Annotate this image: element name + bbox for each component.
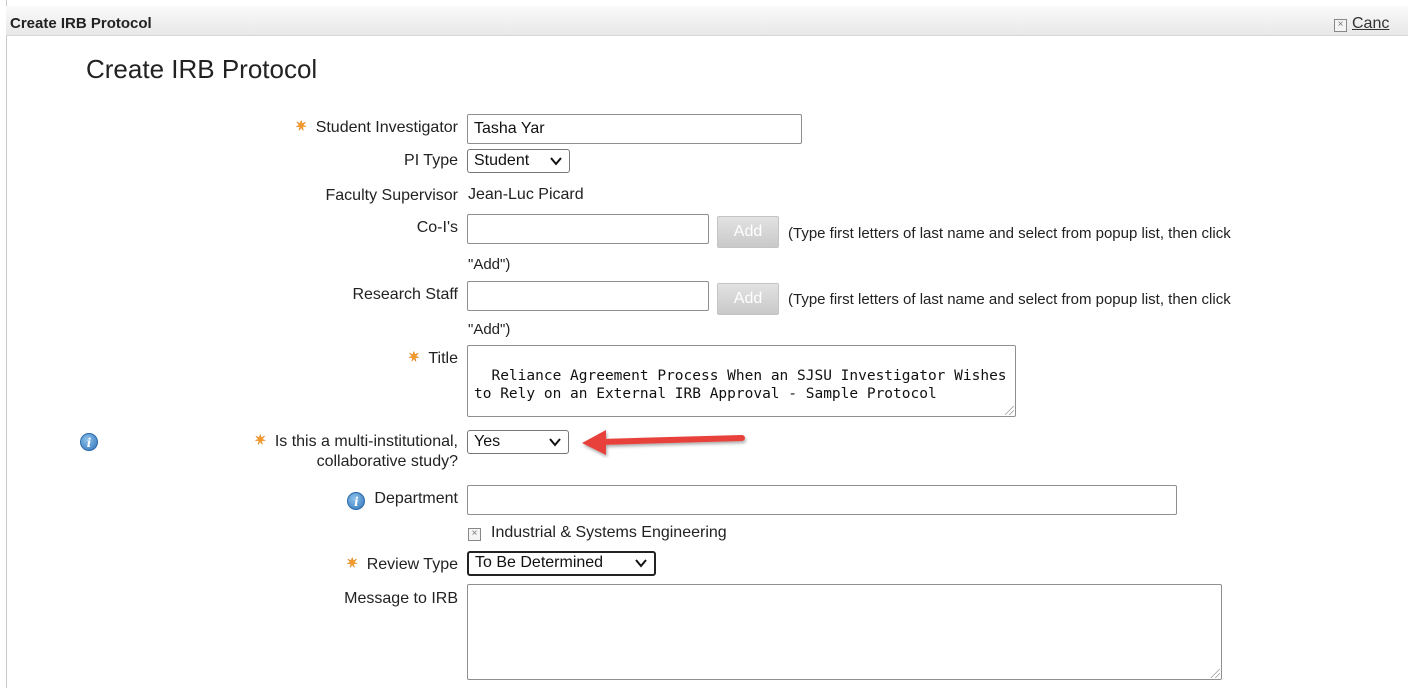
page-title: Create IRB Protocol xyxy=(86,54,318,84)
research-staff-add-button[interactable]: Add xyxy=(717,283,779,315)
chevron-down-icon xyxy=(635,559,647,568)
asterisk-icon xyxy=(346,557,358,568)
co-is-hint-cont: "Add") xyxy=(468,256,511,273)
review-type-label-text: Review Type xyxy=(366,556,458,573)
department-label-text: Department xyxy=(374,490,458,507)
title-textarea[interactable]: Reliance Agreement Process When an SJSU … xyxy=(467,345,1016,417)
co-is-hint: (Type first letters of last name and sel… xyxy=(788,225,1231,242)
multi-institutional-label: Is this a multi-institutional, collaborat… xyxy=(254,432,458,472)
asterisk-icon xyxy=(254,434,266,445)
multi-institutional-info[interactable]: i xyxy=(80,433,98,452)
chevron-down-icon xyxy=(549,438,561,447)
department-selected-item: × Industrial & Systems Engineering xyxy=(468,524,727,542)
dialog-titlebar: Create IRB Protocol × Canc xyxy=(6,6,1408,36)
dialog-title: Create IRB Protocol xyxy=(10,15,152,32)
asterisk-icon xyxy=(408,351,420,362)
resize-grip-icon[interactable] xyxy=(1211,669,1220,678)
department-label: i Department xyxy=(347,489,458,510)
research-staff-input[interactable] xyxy=(467,281,709,311)
research-staff-label: Research Staff xyxy=(352,286,458,303)
student-investigator-label-text: Student Investigator xyxy=(315,119,458,136)
multi-institutional-selected: Yes xyxy=(474,433,501,450)
pi-type-select[interactable]: Student xyxy=(467,149,570,173)
red-arrow-annotation xyxy=(582,430,745,455)
research-staff-hint-cont: "Add") xyxy=(468,321,511,338)
faculty-supervisor-value: Jean-Luc Picard xyxy=(468,186,584,203)
pi-type-label: PI Type xyxy=(404,152,458,169)
asterisk-icon xyxy=(295,120,307,131)
co-is-input[interactable] xyxy=(467,214,709,244)
message-to-irb-textarea[interactable] xyxy=(467,584,1222,680)
multi-institutional-label-line2: collaborative study? xyxy=(316,453,458,470)
review-type-label: Review Type xyxy=(346,555,458,575)
student-investigator-input[interactable] xyxy=(467,114,802,144)
pi-type-selected: Student xyxy=(474,152,530,169)
title-label-text: Title xyxy=(428,350,458,367)
message-to-irb-label: Message to IRB xyxy=(344,590,458,607)
cancel-link[interactable]: × Canc xyxy=(1334,15,1389,33)
close-box-icon: × xyxy=(1334,19,1347,32)
department-input[interactable] xyxy=(467,485,1177,515)
department-selected-text: Industrial & Systems Engineering xyxy=(491,524,727,541)
review-type-select[interactable]: To Be Determined xyxy=(467,551,656,576)
title-textarea-text: Reliance Agreement Process When an SJSU … xyxy=(474,368,1016,402)
research-staff-hint: (Type first letters of last name and sel… xyxy=(788,291,1231,308)
co-is-add-button[interactable]: Add xyxy=(717,216,779,248)
title-label: Title xyxy=(408,349,458,369)
co-is-label: Co-I's xyxy=(416,219,458,236)
faculty-supervisor-label: Faculty Supervisor xyxy=(325,187,459,204)
resize-grip-icon[interactable] xyxy=(1005,406,1014,415)
multi-institutional-label-line1: Is this a multi-institutional, xyxy=(274,433,458,450)
multi-institutional-select[interactable]: Yes xyxy=(467,430,569,454)
review-type-selected: To Be Determined xyxy=(475,554,604,571)
close-box-icon[interactable]: × xyxy=(468,528,481,541)
info-icon: i xyxy=(80,433,98,451)
cancel-label: Canc xyxy=(1352,15,1390,32)
chevron-down-icon xyxy=(550,157,562,166)
student-investigator-label: Student Investigator xyxy=(295,118,458,138)
info-icon[interactable]: i xyxy=(347,492,366,510)
